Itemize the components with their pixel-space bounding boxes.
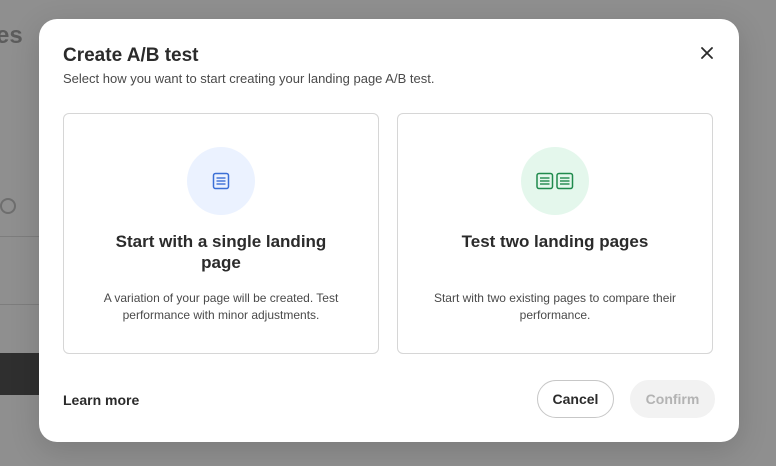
option-description: A variation of your page will be created…	[103, 291, 339, 322]
cancel-button[interactable]: Cancel	[537, 380, 614, 418]
icon-badge	[187, 147, 255, 215]
background-dark-block	[0, 353, 40, 395]
single-page-icon	[212, 172, 230, 190]
background-search-icon	[0, 198, 16, 214]
confirm-button[interactable]: Confirm	[630, 380, 715, 418]
option-title: Start with a single landing page	[115, 232, 327, 272]
create-ab-test-modal: Create A/B test Select how you want to s…	[39, 19, 739, 442]
modal-subtitle: Select how you want to start creating yo…	[63, 71, 435, 86]
option-two-landing-pages[interactable]: Test two landing pages Start with two ex…	[397, 113, 713, 354]
two-pages-icon	[536, 172, 574, 190]
option-description: Start with two existing pages to compare…	[433, 291, 677, 322]
close-icon	[701, 47, 713, 59]
option-title: Test two landing pages	[461, 232, 649, 251]
option-single-landing-page[interactable]: Start with a single landing page A varia…	[63, 113, 379, 354]
background-divider	[0, 304, 40, 305]
learn-more-link[interactable]: Learn more	[63, 392, 139, 408]
background-divider	[0, 236, 40, 237]
modal-title: Create A/B test	[63, 45, 199, 66]
background-title-fragment: es	[0, 22, 23, 49]
icon-badge	[521, 147, 589, 215]
close-button[interactable]	[695, 41, 719, 65]
